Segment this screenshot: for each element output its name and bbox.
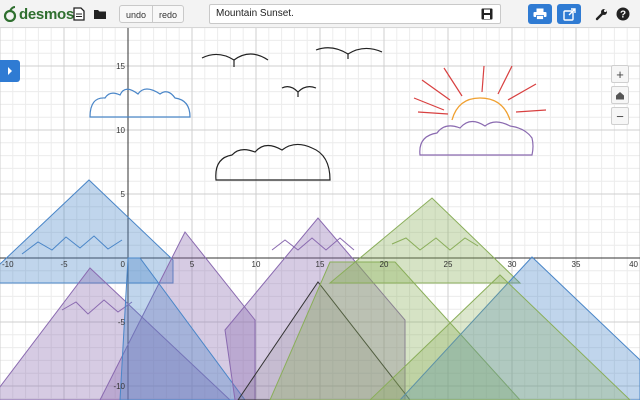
sun-ray <box>497 65 513 95</box>
settings-button[interactable] <box>591 4 611 24</box>
toolbar: desmos undo redo Mountain Sunset. ? <box>0 0 640 28</box>
show-expressions-button[interactable] <box>0 60 20 82</box>
x-tick-label: 10 <box>252 260 261 269</box>
x-tick-label: 15 <box>316 260 325 269</box>
share-icon <box>562 7 576 21</box>
print-icon <box>533 8 547 20</box>
x-tick-label: 30 <box>508 260 517 269</box>
new-graph-button[interactable] <box>69 4 89 24</box>
home-icon <box>616 91 624 99</box>
y-tick-label: 10 <box>116 126 125 135</box>
y-tick-label: -5 <box>118 318 126 327</box>
x-tick-label: -5 <box>60 260 68 269</box>
x-tick-label: 20 <box>380 260 389 269</box>
zoom-default-button[interactable] <box>611 86 629 104</box>
cloud-black <box>215 143 331 181</box>
new-document-icon <box>73 7 85 21</box>
save-icon <box>481 8 493 20</box>
open-graph-button[interactable] <box>90 4 110 24</box>
print-button[interactable] <box>528 4 552 24</box>
sun-ray <box>421 79 451 101</box>
undo-button[interactable]: undo <box>120 6 152 22</box>
birds <box>201 47 383 97</box>
y-tick-label: -10 <box>113 382 125 391</box>
desmos-logo[interactable]: desmos <box>3 4 74 24</box>
svg-text:?: ? <box>620 10 626 21</box>
x-tick-label: 5 <box>190 260 195 269</box>
cloud-blue <box>89 88 191 118</box>
sun <box>413 65 547 121</box>
sun-rays <box>413 65 547 115</box>
x-tick-label: 25 <box>444 260 453 269</box>
folder-icon <box>94 10 106 19</box>
x-tick-label: -10 <box>2 260 14 269</box>
clouds <box>89 88 534 181</box>
bird <box>201 53 269 61</box>
sun-ray <box>515 109 547 113</box>
save-button[interactable] <box>478 6 496 22</box>
wrench-icon <box>595 8 607 20</box>
desmos-logo-icon <box>3 6 17 22</box>
zoom-out-button[interactable]: − <box>611 107 629 125</box>
x-tick-label: 40 <box>629 260 638 269</box>
y-tick-label: 15 <box>116 62 125 71</box>
logo-text: desmos <box>19 5 74 23</box>
redo-button[interactable]: redo <box>152 6 183 22</box>
zoom-in-button[interactable]: + <box>611 65 629 83</box>
x-tick-label: 0 <box>121 260 126 269</box>
share-button[interactable] <box>557 4 581 24</box>
chevron-right-icon <box>8 67 12 75</box>
x-tick-label: 35 <box>572 260 581 269</box>
undo-redo-group: undo redo <box>119 5 185 23</box>
y-tick-label: 5 <box>121 190 126 199</box>
help-button[interactable]: ? <box>613 4 633 24</box>
cloud-purple <box>419 120 534 156</box>
graph-canvas[interactable]: -10 -5 0 5 10 15 20 25 30 35 40 15 10 5 -5 -10 <box>0 28 640 400</box>
graph-title-input[interactable]: Mountain Sunset. <box>209 4 501 24</box>
help-icon: ? <box>616 7 630 21</box>
graph-paper[interactable]: -10 -5 0 5 10 15 20 25 30 35 40 15 10 5 -5 -10 + − <box>0 28 640 400</box>
